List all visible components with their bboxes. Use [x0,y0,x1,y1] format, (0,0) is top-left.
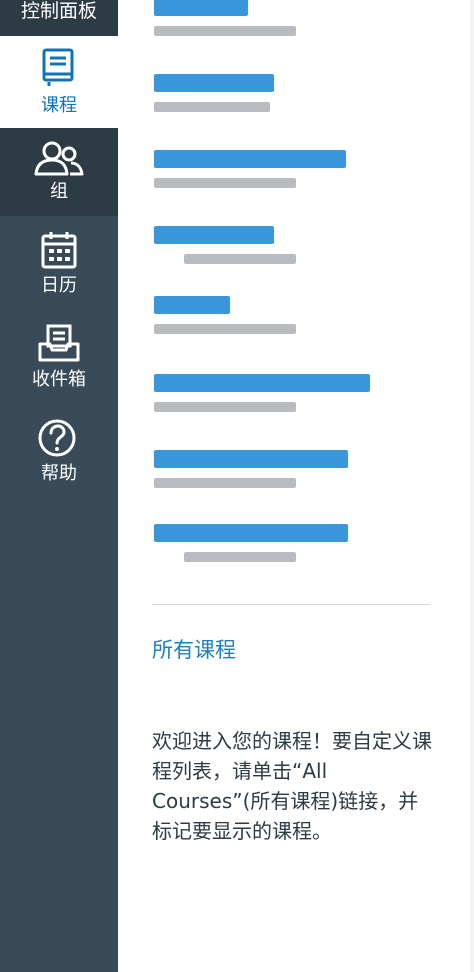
course-term [184,552,296,562]
course-term [154,478,296,488]
course-list-item[interactable] [154,226,364,264]
course-link[interactable] [154,0,248,16]
nav-item-groups-label: 组 [50,181,68,202]
courses-tray: 所有课程 欢迎进入您的课程！要自定义课程列表，请单击“All Courses”(… [118,0,474,972]
calendar-icon [40,230,78,274]
nav-item-calendar-label: 日历 [41,275,77,296]
nav-item-dashboard[interactable]: 控制面板 [0,0,118,36]
course-term [154,324,296,334]
course-link[interactable] [154,374,370,392]
course-term [154,102,270,112]
nav-item-dashboard-label: 控制面板 [20,0,97,22]
tray-scrollbar[interactable] [470,0,474,972]
course-link[interactable] [154,524,348,542]
course-list-item[interactable] [154,450,364,488]
help-icon [37,418,77,462]
course-list-item[interactable] [154,74,364,112]
nav-item-groups[interactable]: 组 [0,128,118,216]
nav-item-courses[interactable]: 课程 [0,36,118,128]
all-courses-link[interactable]: 所有课程 [152,636,236,664]
users-icon [33,140,85,182]
course-list-item[interactable] [154,150,364,188]
course-list-item[interactable] [154,524,364,562]
course-list-item[interactable] [154,296,364,334]
course-list-item[interactable] [154,0,364,36]
global-navigation: 控制面板 课程 组 日历 收件箱 帮助 [0,0,118,972]
course-link[interactable] [154,450,348,468]
nav-item-inbox-label: 收件箱 [32,369,86,390]
course-link[interactable] [154,74,274,92]
nav-item-inbox[interactable]: 收件箱 [0,308,118,400]
welcome-message: 欢迎进入您的课程！要自定义课程列表，请单击“All Courses”(所有课程)… [152,729,432,843]
book-icon [41,48,77,92]
course-term [154,178,296,188]
nav-item-help-label: 帮助 [41,463,77,484]
course-term [154,402,296,412]
course-link[interactable] [154,226,274,244]
course-list-item[interactable] [154,374,370,412]
inbox-icon [38,324,80,366]
divider [152,604,430,605]
nav-item-help[interactable]: 帮助 [0,400,118,492]
course-link[interactable] [154,296,230,314]
nav-item-courses-label: 课程 [41,95,77,116]
course-link[interactable] [154,150,346,168]
course-term [184,254,296,264]
course-term [154,26,296,36]
nav-item-calendar[interactable]: 日历 [0,216,118,308]
